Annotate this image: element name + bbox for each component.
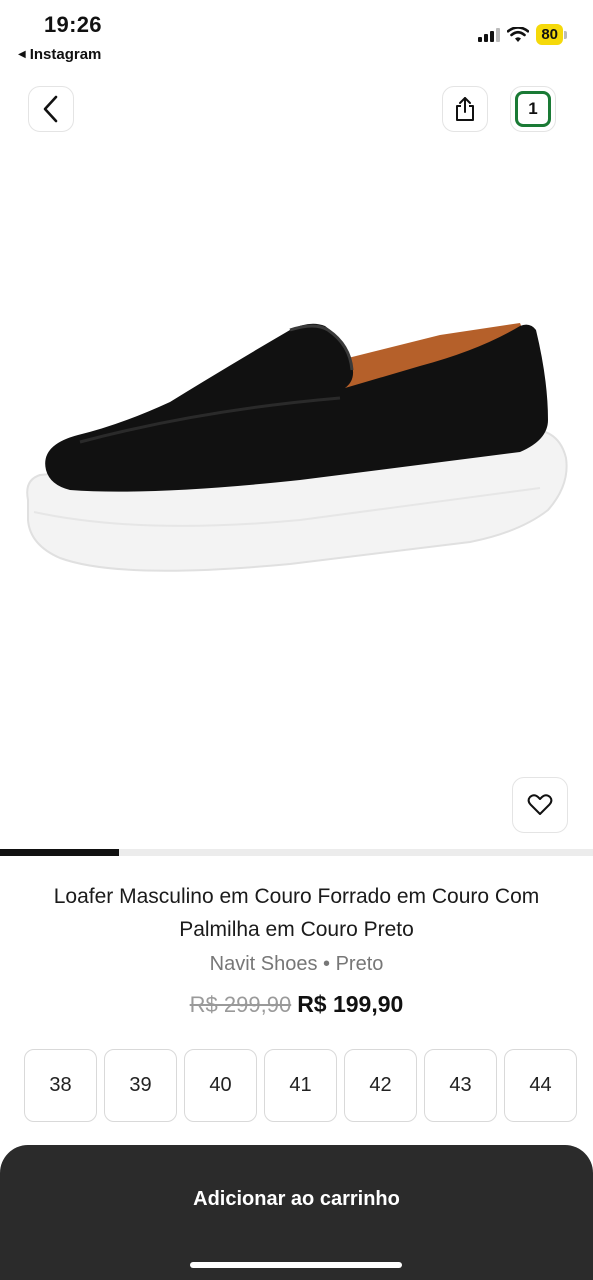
size-option[interactable]: 42 (344, 1049, 417, 1122)
product-image[interactable] (0, 140, 593, 840)
wifi-icon (507, 26, 530, 42)
status-bar: 19:26 ◀ Instagram 80 (0, 0, 593, 70)
size-option[interactable]: 41 (264, 1049, 337, 1122)
old-price: R$ 299,90 (189, 992, 292, 1017)
size-option[interactable]: 40 (184, 1049, 257, 1122)
battery-cap (564, 30, 567, 39)
chevron-left-icon (43, 95, 58, 123)
status-time: 19:26 (44, 12, 102, 37)
favorite-button[interactable] (512, 777, 568, 833)
cart-button[interactable]: 1 (510, 86, 556, 132)
carousel-progress (0, 849, 593, 856)
status-icons: 80 (478, 24, 567, 45)
size-option[interactable]: 39 (104, 1049, 177, 1122)
size-option[interactable]: 38 (24, 1049, 97, 1122)
home-indicator (190, 1262, 402, 1268)
battery-icon: 80 (536, 24, 563, 45)
signal-icon (478, 27, 501, 42)
back-triangle-icon: ◀ (18, 49, 26, 60)
size-option[interactable]: 43 (424, 1049, 497, 1122)
current-price: R$ 199,90 (297, 991, 404, 1017)
share-button[interactable] (442, 86, 488, 132)
size-selector: 38 39 40 41 42 43 44 (24, 1049, 577, 1122)
size-option[interactable]: 44 (504, 1049, 577, 1122)
carousel-progress-fill (0, 849, 119, 856)
product-brand-color: Navit Shoes • Preto (209, 953, 384, 975)
back-app-label: Instagram (29, 46, 102, 63)
product-title: Loafer Masculino em Couro Forrado em Cou… (53, 885, 540, 941)
add-to-cart-button[interactable]: Adicionar ao carrinho (0, 1188, 593, 1211)
heart-icon (527, 794, 553, 815)
cart-count-badge: 1 (515, 91, 551, 127)
price-row: R$ 299,90 R$ 199,90 (0, 991, 593, 1018)
back-button[interactable] (28, 86, 74, 132)
share-icon (456, 97, 474, 121)
back-to-instagram-link[interactable]: ◀ Instagram (18, 46, 101, 63)
add-to-cart-panel[interactable]: Adicionar ao carrinho (0, 1145, 593, 1280)
